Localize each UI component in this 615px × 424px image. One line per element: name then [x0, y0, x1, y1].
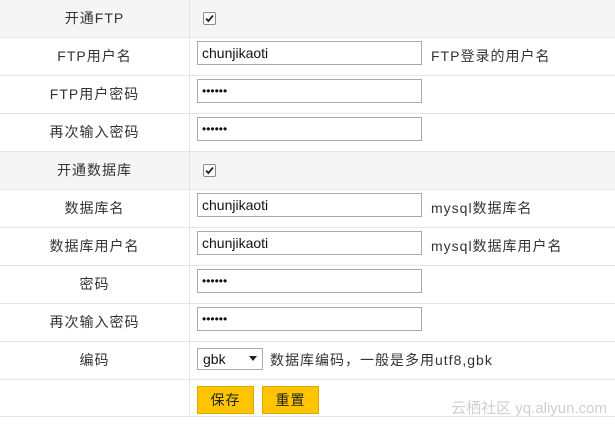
encoding-selected-value: gbk	[203, 351, 226, 367]
ftp-username-label: FTP用户名	[0, 38, 190, 75]
ftp-enable-row: 开通FTP	[0, 0, 615, 38]
encoding-cell: gbk 数据库编码，一般是多用utf8,gbk	[197, 342, 615, 379]
db-password-label: 密码	[0, 266, 190, 303]
ftp-password-confirm-cell	[197, 114, 615, 151]
ftp-password-row: FTP用户密码	[0, 76, 615, 114]
actions-label-cell	[0, 380, 190, 416]
ftp-password-label: FTP用户密码	[0, 76, 190, 113]
db-enable-checkbox[interactable]	[203, 164, 216, 177]
ftp-password-confirm-input[interactable]	[197, 117, 422, 141]
db-username-cell: mysql数据库用户名	[197, 228, 615, 265]
db-name-label: 数据库名	[0, 190, 190, 227]
encoding-select[interactable]: gbk	[197, 348, 263, 370]
ftp-password-confirm-row: 再次输入密码	[0, 114, 615, 152]
db-name-cell: mysql数据库名	[197, 190, 615, 227]
reset-button[interactable]: 重置	[262, 386, 319, 414]
ftp-password-input[interactable]	[197, 79, 422, 103]
encoding-row: 编码 gbk 数据库编码，一般是多用utf8,gbk	[0, 342, 615, 380]
db-password-confirm-cell	[197, 304, 615, 341]
checkmark-icon	[205, 167, 214, 175]
ftp-username-input[interactable]	[197, 41, 422, 65]
db-username-row: 数据库用户名 mysql数据库用户名	[0, 228, 615, 266]
db-enable-cell	[197, 152, 615, 189]
db-username-label: 数据库用户名	[0, 228, 190, 265]
db-password-cell	[197, 266, 615, 303]
ftp-username-row: FTP用户名 FTP登录的用户名	[0, 38, 615, 76]
encoding-label: 编码	[0, 342, 190, 379]
ftp-username-hint: FTP登录的用户名	[431, 48, 551, 64]
ftp-password-confirm-label: 再次输入密码	[0, 114, 190, 151]
ftp-password-cell	[197, 76, 615, 113]
ftp-username-cell: FTP登录的用户名	[197, 38, 615, 75]
db-name-input[interactable]	[197, 193, 422, 217]
db-enable-label: 开通数据库	[0, 152, 190, 189]
ftp-enable-label: 开通FTP	[0, 0, 190, 37]
db-name-row: 数据库名 mysql数据库名	[0, 190, 615, 228]
db-name-hint: mysql数据库名	[431, 200, 533, 216]
db-username-hint: mysql数据库用户名	[431, 238, 563, 254]
db-password-confirm-label: 再次输入密码	[0, 304, 190, 341]
db-password-confirm-input[interactable]	[197, 307, 422, 331]
db-password-confirm-row: 再次输入密码	[0, 304, 615, 342]
db-username-input[interactable]	[197, 231, 422, 255]
db-password-row: 密码	[0, 266, 615, 304]
db-enable-row: 开通数据库	[0, 152, 615, 190]
encoding-hint: 数据库编码，一般是多用utf8,gbk	[270, 352, 493, 368]
checkmark-icon	[205, 15, 214, 23]
chevron-down-icon	[249, 356, 257, 361]
ftp-enable-checkbox[interactable]	[203, 12, 216, 25]
site-watermark: 云栖社区 yq.aliyun.com	[451, 400, 607, 417]
save-button[interactable]: 保存	[197, 386, 254, 414]
ftp-enable-cell	[197, 0, 615, 37]
db-password-input[interactable]	[197, 269, 422, 293]
